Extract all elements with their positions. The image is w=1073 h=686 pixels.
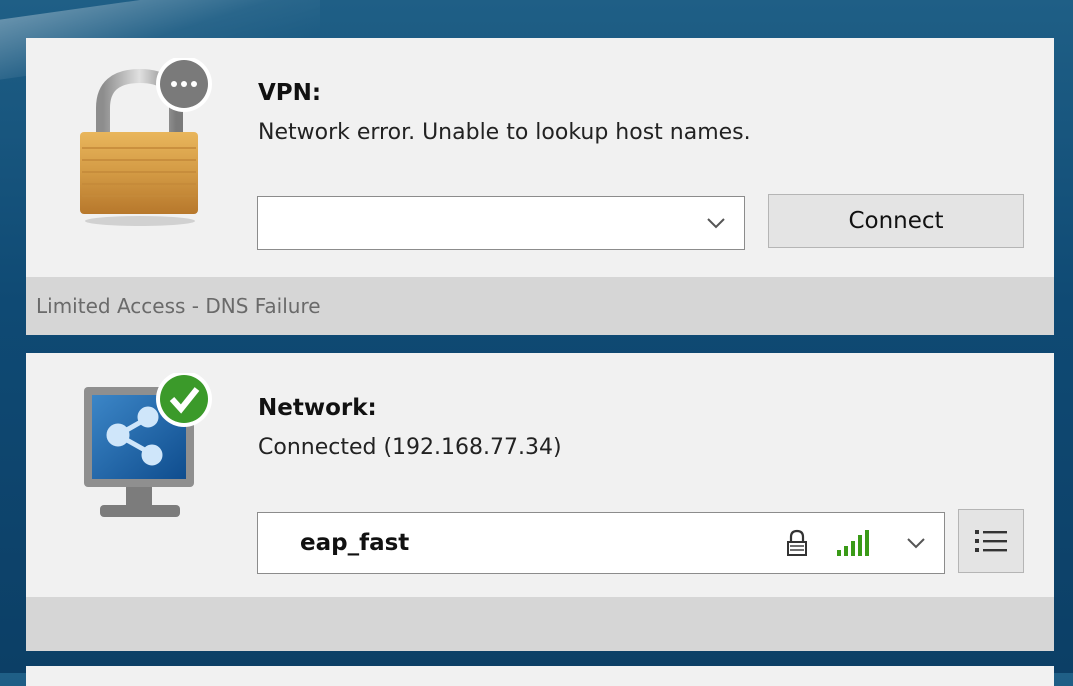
list-icon [975, 530, 1007, 552]
vpn-server-combobox[interactable] [257, 196, 745, 250]
vpn-footer-text: Limited Access - DNS Failure [36, 294, 321, 318]
vpn-panel: VPN: Network error. Unable to lookup hos… [26, 38, 1054, 335]
vpn-title: VPN: [258, 80, 322, 106]
monitor-icon [84, 373, 212, 517]
padlock-icon [80, 58, 212, 226]
network-status-text: Connected (192.168.77.34) [258, 435, 562, 460]
network-footer-status [26, 597, 1054, 651]
selected-network-name: eap_fast [300, 530, 410, 556]
signal-strength-icon [837, 530, 869, 556]
vpn-footer-status: Limited Access - DNS Failure [26, 277, 1054, 335]
network-panel: Network: Connected (192.168.77.34) eap_f… [26, 353, 1054, 651]
connect-button[interactable]: Connect [768, 194, 1024, 248]
next-module-panel [26, 666, 1054, 686]
chevron-down-icon[interactable] [906, 537, 926, 549]
chevron-down-icon[interactable] [706, 217, 726, 229]
network-select-combobox[interactable]: eap_fast [257, 512, 945, 574]
lock-icon [787, 529, 807, 556]
network-title: Network: [258, 395, 377, 421]
vpn-status-text: Network error. Unable to lookup host nam… [258, 120, 751, 145]
network-list-button[interactable] [958, 509, 1024, 573]
